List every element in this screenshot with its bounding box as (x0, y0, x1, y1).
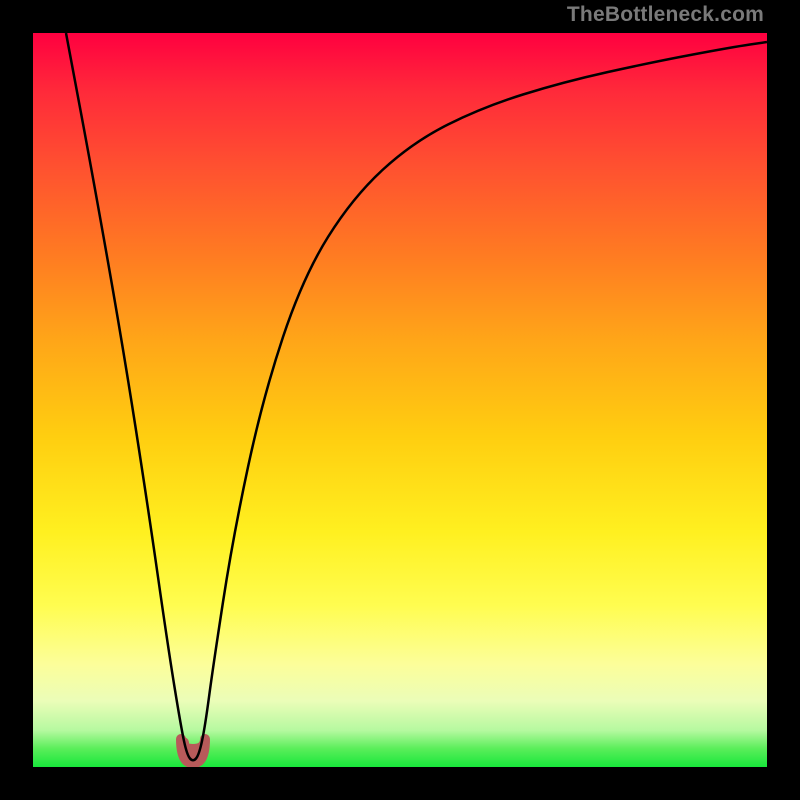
bottleneck-curve (66, 33, 767, 760)
chart-svg (33, 33, 767, 767)
watermark-text: TheBottleneck.com (567, 3, 764, 27)
plot-area (33, 33, 767, 767)
chart-frame: TheBottleneck.com (0, 0, 800, 800)
